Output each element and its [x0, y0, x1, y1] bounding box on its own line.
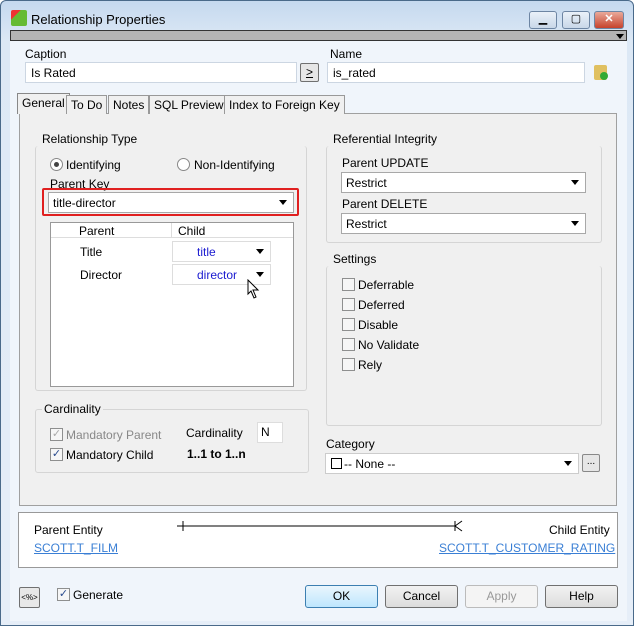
disable-label: Disable	[358, 318, 399, 332]
category-select[interactable]: -- None --	[325, 453, 579, 474]
ok-button[interactable]: OK	[305, 585, 378, 608]
chevron-down-icon	[279, 200, 287, 205]
chevron-down-icon	[571, 180, 579, 185]
parent-entity-label: Parent Entity	[34, 523, 103, 537]
relationship-line-icon	[177, 520, 463, 532]
deferred-checkbox[interactable]	[342, 298, 355, 311]
parent-key-value: title-director	[53, 196, 116, 210]
deferrable-label: Deferrable	[358, 278, 415, 292]
parent-column-title: Title	[80, 245, 103, 259]
settings-label: Settings	[333, 252, 377, 266]
cardinality-group-label: Cardinality	[42, 402, 103, 416]
identifying-radio[interactable]	[50, 158, 63, 171]
cardinality-label: Cardinality	[186, 426, 243, 440]
generate-checkbox[interactable]: ✓	[57, 588, 70, 601]
chevron-down-icon[interactable]	[616, 34, 624, 39]
mouse-cursor-icon	[247, 279, 260, 299]
tab-notes[interactable]: Notes	[108, 95, 150, 114]
column-header-parent: Parent	[79, 224, 115, 238]
parent-update-value: Restrict	[346, 176, 387, 190]
copy-caption-button[interactable]: >	[300, 63, 319, 82]
category-browse-button[interactable]: ...	[582, 454, 600, 472]
naming-check-icon[interactable]	[594, 65, 608, 80]
tab-general[interactable]: General	[17, 93, 70, 114]
dialog-window: Relationship Properties ▁ ▢ ✕ Caption Is…	[0, 0, 634, 626]
identifying-label: Identifying	[66, 158, 121, 172]
chevron-down-icon	[564, 461, 572, 466]
parent-delete-label: Parent DELETE	[342, 197, 428, 211]
parent-update-select[interactable]: Restrict	[341, 172, 586, 193]
category-value: -- None --	[344, 457, 396, 471]
disable-checkbox[interactable]	[342, 318, 355, 331]
chevron-down-icon	[256, 272, 264, 277]
rely-checkbox[interactable]	[342, 358, 355, 371]
tab-index-to-foreign-key[interactable]: Index to Foreign Key	[224, 95, 345, 114]
help-button[interactable]: Help	[545, 585, 618, 608]
non-identifying-label: Non-Identifying	[194, 158, 275, 172]
caption-label: Caption	[25, 47, 67, 61]
child-column-value: title	[197, 245, 216, 259]
name-input[interactable]: is_rated	[327, 62, 585, 83]
referential-integrity-label: Referential Integrity	[333, 132, 438, 146]
color-swatch-icon	[331, 458, 342, 469]
rely-label: Rely	[358, 358, 383, 372]
tab-sql-preview[interactable]: SQL Preview	[149, 95, 229, 114]
minimize-button[interactable]: ▁	[529, 11, 557, 29]
parent-update-label: Parent UPDATE	[342, 156, 429, 170]
mandatory-child-checkbox[interactable]: ✓	[50, 448, 63, 461]
cancel-button[interactable]: Cancel	[385, 585, 458, 608]
apply-button[interactable]: Apply	[465, 585, 538, 608]
parent-delete-select[interactable]: Restrict	[341, 213, 586, 234]
cardinality-input[interactable]: N	[257, 422, 283, 443]
child-column-select[interactable]: title	[172, 241, 271, 262]
parent-entity-link[interactable]: SCOTT.T_FILM	[34, 541, 118, 555]
cardinality-summary: 1..1 to 1..n	[187, 447, 246, 461]
child-column-value: director	[197, 268, 238, 282]
window-title: Relationship Properties	[31, 12, 166, 27]
no-validate-checkbox[interactable]	[342, 338, 355, 351]
non-identifying-radio[interactable]	[177, 158, 190, 171]
parent-key-select[interactable]: title-director	[48, 192, 294, 213]
caption-input[interactable]: Is Rated	[25, 62, 297, 83]
key-mapping-table: Parent Child Title title Director direct…	[50, 222, 294, 387]
chevron-down-icon	[256, 249, 264, 254]
column-header-child: Child	[178, 224, 206, 238]
maximize-button[interactable]: ▢	[562, 11, 590, 29]
tab-to-do[interactable]: To Do	[66, 95, 108, 114]
parent-column-director: Director	[80, 268, 123, 282]
child-entity-link[interactable]: SCOTT.T_CUSTOMER_RATING	[439, 541, 615, 555]
toolbar-strip	[10, 30, 627, 41]
relationship-type-label: Relationship Type	[42, 132, 138, 146]
mandatory-child-label: Mandatory Child	[66, 448, 154, 462]
mandatory-parent-label: Mandatory Parent	[66, 428, 162, 442]
generate-label: Generate	[73, 588, 124, 602]
parent-delete-value: Restrict	[346, 217, 387, 231]
macro-button[interactable]: <%>	[19, 587, 40, 608]
deferred-label: Deferred	[358, 298, 405, 312]
deferrable-checkbox[interactable]	[342, 278, 355, 291]
child-entity-label: Child Entity	[549, 523, 610, 537]
no-validate-label: No Validate	[358, 338, 420, 352]
chevron-down-icon	[571, 221, 579, 226]
close-button[interactable]: ✕	[594, 11, 624, 29]
category-label: Category	[326, 437, 375, 451]
mandatory-parent-checkbox[interactable]: ✓	[50, 428, 63, 441]
app-icon	[11, 10, 27, 26]
name-label: Name	[330, 47, 363, 61]
